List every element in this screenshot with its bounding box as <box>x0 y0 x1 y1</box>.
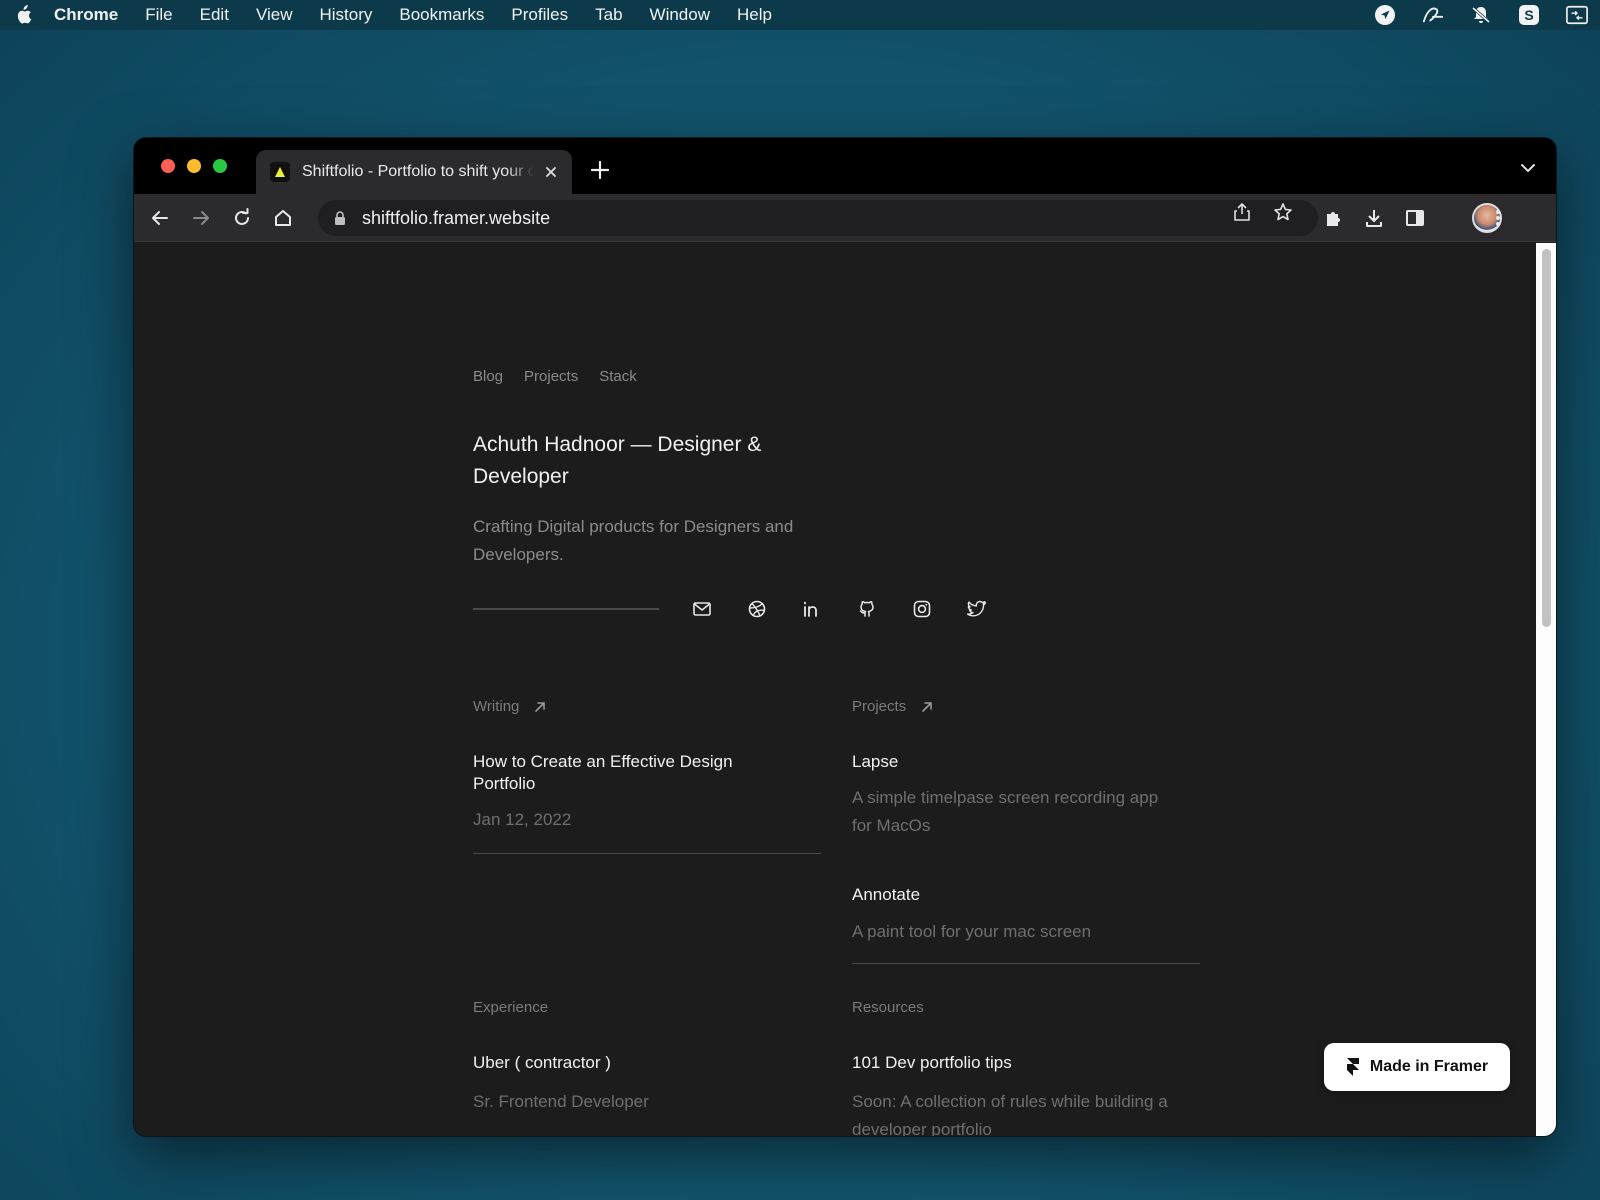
scrollbar-thumb[interactable] <box>1542 249 1551 627</box>
reload-button[interactable] <box>230 206 254 230</box>
chrome-menu-button[interactable] <box>1486 206 1510 230</box>
tab-title: Shiftfolio - Portfolio to shift your car… <box>302 163 534 180</box>
experience-role: Sr. Frontend Developer <box>473 1092 649 1111</box>
social-links <box>692 599 987 619</box>
experience-title[interactable]: Uber ( contractor ) <box>473 1052 611 1074</box>
projects-label: Projects <box>852 698 907 715</box>
back-button[interactable] <box>148 206 172 230</box>
page-scrollbar[interactable] <box>1536 243 1556 1136</box>
twitter-icon[interactable] <box>967 599 987 619</box>
svg-text:S: S <box>1524 7 1533 23</box>
home-icon <box>275 210 291 226</box>
mail-icon[interactable] <box>692 599 712 619</box>
menu-view[interactable]: View <box>256 5 293 25</box>
minimize-window-button[interactable] <box>187 159 201 173</box>
menu-tab[interactable]: Tab <box>595 5 622 25</box>
screen-share-icon[interactable] <box>1566 4 1588 26</box>
share-icon <box>1234 203 1250 221</box>
project-desc-annotate: A paint tool for your mac screen <box>852 922 1092 941</box>
resources-section-label: Resources <box>852 999 924 1016</box>
new-tab-icon[interactable] <box>590 160 610 180</box>
address-bar[interactable]: shiftfolio.framer.website <box>318 200 1318 236</box>
forward-arrow-icon <box>193 211 209 225</box>
dribbble-icon[interactable] <box>747 599 767 619</box>
back-arrow-icon <box>152 211 168 225</box>
framer-favicon-icon <box>270 162 290 182</box>
signature-icon[interactable] <box>1422 4 1444 26</box>
experience-label: Experience <box>473 999 549 1016</box>
side-panel-button[interactable] <box>1403 206 1427 230</box>
arrow-up-right-icon <box>535 701 546 712</box>
linkedin-icon[interactable] <box>802 599 822 619</box>
close-tab-icon[interactable] <box>542 163 560 181</box>
resources-label: Resources <box>852 999 924 1016</box>
post-title[interactable]: How to Create an Effective Design Portfo… <box>473 751 793 795</box>
bookmark-star-button[interactable] <box>1271 200 1295 224</box>
url-text: shiftfolio.framer.website <box>362 207 551 228</box>
kebab-menu-icon <box>1496 210 1500 226</box>
site-nav: Blog Projects Stack <box>473 368 637 385</box>
github-icon[interactable] <box>857 599 877 619</box>
tab-search-chevron-icon[interactable] <box>1520 162 1536 174</box>
puzzle-icon <box>1327 212 1340 226</box>
menu-help[interactable]: Help <box>737 5 772 25</box>
tab-shiftfolio[interactable]: Shiftfolio - Portfolio to shift your car… <box>256 150 572 194</box>
instagram-icon[interactable] <box>912 599 932 619</box>
home-button[interactable] <box>271 206 295 230</box>
writing-divider <box>473 853 821 854</box>
arrow-up-right-icon <box>922 701 932 712</box>
bell-crossed-icon[interactable] <box>1470 4 1492 26</box>
menu-window[interactable]: Window <box>650 5 710 25</box>
projects-divider <box>852 963 1200 964</box>
apple-logo-icon[interactable] <box>14 5 32 25</box>
resource-desc: Soon: A collection of rules while buildi… <box>852 1092 1168 1136</box>
hero-subtitle: Crafting Digital products for Designers … <box>473 517 794 564</box>
nav-stack[interactable]: Stack <box>599 368 637 385</box>
skype-icon[interactable]: S <box>1518 4 1540 26</box>
writing-label: Writing <box>473 698 520 715</box>
menu-bookmarks[interactable]: Bookmarks <box>399 5 484 25</box>
forward-button[interactable] <box>189 206 213 230</box>
menu-chrome[interactable]: Chrome <box>54 5 118 25</box>
side-panel-icon <box>1406 210 1424 226</box>
browser-window: Shiftfolio - Portfolio to shift your car… <box>134 138 1556 1136</box>
hero-title: Achuth Hadnoor — Designer & Developer <box>473 433 762 488</box>
close-window-button[interactable] <box>161 159 175 173</box>
extensions-button[interactable] <box>1321 206 1345 230</box>
macos-menu-bar: Chrome File Edit View History Bookmarks … <box>0 0 1600 30</box>
project-desc-lapse: A simple timelpase screen recording app … <box>852 788 1159 835</box>
location-arrow-icon[interactable] <box>1374 4 1396 26</box>
tab-strip: Shiftfolio - Portfolio to shift your car… <box>134 138 1556 194</box>
fullscreen-window-button[interactable] <box>213 159 227 173</box>
project-title-lapse[interactable]: Lapse <box>852 751 898 773</box>
browser-toolbar: shiftfolio.framer.website <box>134 194 1556 242</box>
menu-file[interactable]: File <box>145 5 172 25</box>
page-viewport: Blog Projects Stack Achuth Hadnoor — Des… <box>134 243 1536 1136</box>
lock-icon[interactable] <box>334 211 346 225</box>
framer-badge-label: Made in Framer <box>1369 1058 1489 1075</box>
menu-bar-tray: S <box>1374 4 1588 26</box>
reload-icon <box>235 208 249 225</box>
projects-section-label[interactable]: Projects <box>852 698 934 715</box>
resource-title[interactable]: 101 Dev portfolio tips <box>852 1052 1012 1074</box>
hero-divider <box>473 608 659 610</box>
project-title-annotate[interactable]: Annotate <box>852 884 920 906</box>
writing-section-label[interactable]: Writing <box>473 698 547 715</box>
downloads-button[interactable] <box>1362 206 1386 230</box>
nav-projects[interactable]: Projects <box>524 368 578 385</box>
post-date: Jan 12, 2022 <box>473 810 572 829</box>
share-button[interactable] <box>1230 200 1254 224</box>
framer-logo-icon <box>1346 1058 1359 1076</box>
download-icon <box>1366 210 1382 227</box>
menu-profiles[interactable]: Profiles <box>511 5 568 25</box>
nav-blog[interactable]: Blog <box>473 368 503 385</box>
star-icon <box>1274 203 1292 221</box>
experience-section-label: Experience <box>473 999 548 1016</box>
menu-history[interactable]: History <box>319 5 372 25</box>
made-in-framer-button[interactable]: Made in Framer <box>1324 1043 1510 1091</box>
menu-edit[interactable]: Edit <box>200 5 229 25</box>
